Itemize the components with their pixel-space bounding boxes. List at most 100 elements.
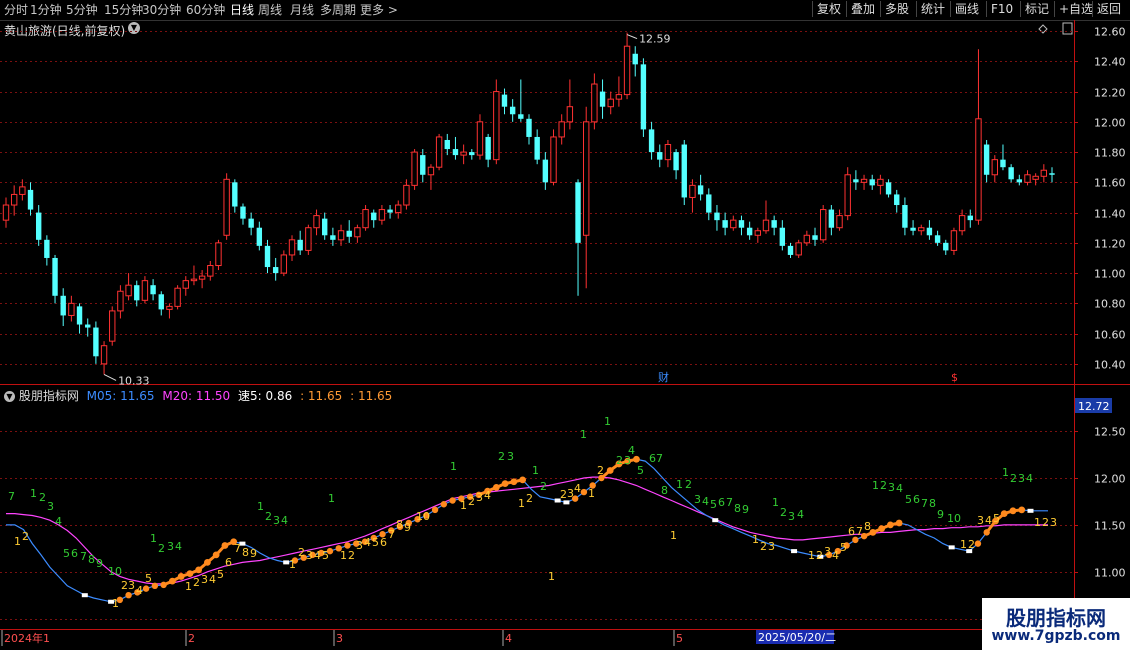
candle-body-up xyxy=(493,91,500,161)
candle-body-down xyxy=(27,189,34,210)
toolbar-button-8[interactable]: 返回 xyxy=(1092,1,1125,17)
rise-dot xyxy=(318,549,325,557)
count-up-label: 4 xyxy=(797,508,804,521)
period-tab-6[interactable]: 日线 xyxy=(230,2,254,18)
period-tab-7[interactable]: 周线 xyxy=(258,2,282,18)
title-dropdown-icon[interactable]: ▼ xyxy=(128,22,140,34)
count-down-label: 4 xyxy=(136,584,143,597)
period-tab-9[interactable]: 多周期 xyxy=(320,2,356,18)
count-down-label: 2 xyxy=(597,464,604,477)
toolbar-button-4[interactable]: 画线 xyxy=(950,1,983,17)
step-marker xyxy=(554,498,561,503)
rise-segment xyxy=(513,478,523,484)
count-down-label: 6 xyxy=(848,525,855,538)
count-up-label: 3 xyxy=(167,540,174,553)
toolbar-button-6[interactable]: 标记 xyxy=(1020,1,1053,17)
count-up-label: 9 xyxy=(937,508,944,521)
pane-toggle-icon xyxy=(1062,22,1073,35)
period-tab-5[interactable]: 60分钟 xyxy=(186,2,225,18)
count-up-label: 6 xyxy=(913,493,920,506)
ytick-label-main: 12.40 xyxy=(1094,56,1126,69)
count-up-label: 1 xyxy=(328,492,335,505)
candle-body-up xyxy=(958,215,966,232)
period-tab-3[interactable]: 15分钟 xyxy=(104,2,143,18)
toolbar-button-7[interactable]: +自选 xyxy=(1054,1,1097,17)
indicator-title: ▼ 股朋指标网 M05: 11.65 M20: 11.50 速5: 0.86 :… xyxy=(4,387,392,404)
ytick-label-main: 10.80 xyxy=(1094,298,1126,311)
current-value-tag xyxy=(1075,398,1112,413)
rise-dot xyxy=(860,532,868,540)
rise-segment xyxy=(994,512,1006,523)
candle-body-down xyxy=(910,227,916,231)
period-tab-2[interactable]: 5分钟 xyxy=(66,2,98,18)
chart-area[interactable]: 12.5910.33 财 $ 12.6012.4012.2012.0011.8011… xyxy=(0,0,1130,650)
candle-body-up xyxy=(991,159,998,176)
candle-body-up xyxy=(689,184,696,198)
count-up-label: 3 xyxy=(624,454,631,467)
toolbar-button-2[interactable]: 多股 xyxy=(880,1,913,17)
watermark: 股朋指标网 www.7gpzb.com xyxy=(982,598,1130,650)
candle-body-up xyxy=(730,219,737,229)
ytick-label-main: 11.40 xyxy=(1094,208,1126,221)
candle-body-down xyxy=(85,324,91,328)
count-down-label: 7 xyxy=(234,542,241,555)
candle-body-up xyxy=(819,209,827,241)
period-tab-0[interactable]: 分时 xyxy=(4,2,28,18)
count-down-label: 1 xyxy=(340,549,347,562)
candle-body-up xyxy=(844,174,851,217)
candle-body-down xyxy=(240,206,246,219)
count-up-label: 2 xyxy=(540,480,547,493)
candle-body-down xyxy=(722,220,728,228)
count-down-label: 3 xyxy=(977,514,984,527)
m05-label: M05: 11.65 xyxy=(86,389,155,403)
count-up-label: 1 xyxy=(1002,466,1009,479)
rise-dot xyxy=(134,589,141,596)
candle-body-up xyxy=(836,215,843,229)
toolbar-button-0[interactable]: 复权 xyxy=(812,1,845,17)
count-down-label: 8 xyxy=(242,546,249,559)
candle-body-up xyxy=(476,121,484,156)
period-tab-4[interactable]: 30分钟 xyxy=(142,2,181,18)
value-1-label: : 11.65 xyxy=(300,389,343,403)
count-up-label: 2 xyxy=(498,450,505,463)
count-up-label: 4 xyxy=(55,515,62,528)
toolbar-button-3[interactable]: 统计 xyxy=(916,1,949,17)
period-tab-1[interactable]: 1分钟 xyxy=(30,2,62,18)
rise-dot xyxy=(571,495,579,502)
m20-line xyxy=(6,476,1048,585)
ind-dropdown-icon[interactable]: ▼ xyxy=(4,391,15,402)
rise-dot xyxy=(519,476,527,484)
toolbar-button-1[interactable]: 叠加 xyxy=(846,1,879,17)
count-up-label: 6 xyxy=(718,496,725,509)
rise-dot xyxy=(974,540,982,547)
period-tab-8[interactable]: 月线 xyxy=(290,2,314,18)
count-down-label: 1 xyxy=(670,529,677,542)
candle-body-down xyxy=(828,209,835,228)
count-up-label: 8 xyxy=(661,484,668,497)
candle-body-down xyxy=(526,118,532,137)
count-up-label: 1 xyxy=(30,487,37,500)
candle-body-down xyxy=(509,106,516,115)
candle-body-down xyxy=(322,218,328,236)
rise-dot xyxy=(466,493,474,500)
count-down-label: 9 xyxy=(404,521,411,534)
rise-dot xyxy=(195,566,203,574)
low-marker xyxy=(817,554,824,559)
toolbar-button-5[interactable]: F10 xyxy=(986,1,1017,17)
count-up-label: 5 xyxy=(637,464,644,477)
period-tab-10[interactable]: 更多 > xyxy=(360,2,398,18)
candle-body-up xyxy=(215,242,222,267)
rise-dot xyxy=(160,581,167,589)
high-price-label: 12.59 xyxy=(639,33,671,46)
rise-dot xyxy=(203,558,211,566)
candle-body-down xyxy=(444,139,450,150)
candle-body-down xyxy=(934,235,941,243)
low-marker xyxy=(1027,508,1034,513)
rise-dot xyxy=(580,488,588,496)
count-down-label: 5 xyxy=(372,536,379,549)
candle-body-down xyxy=(387,209,393,213)
count-up-label: 1 xyxy=(676,478,683,491)
rise-dot xyxy=(983,529,990,536)
rise-dot xyxy=(396,523,404,530)
count-up-label: 5 xyxy=(905,493,912,506)
